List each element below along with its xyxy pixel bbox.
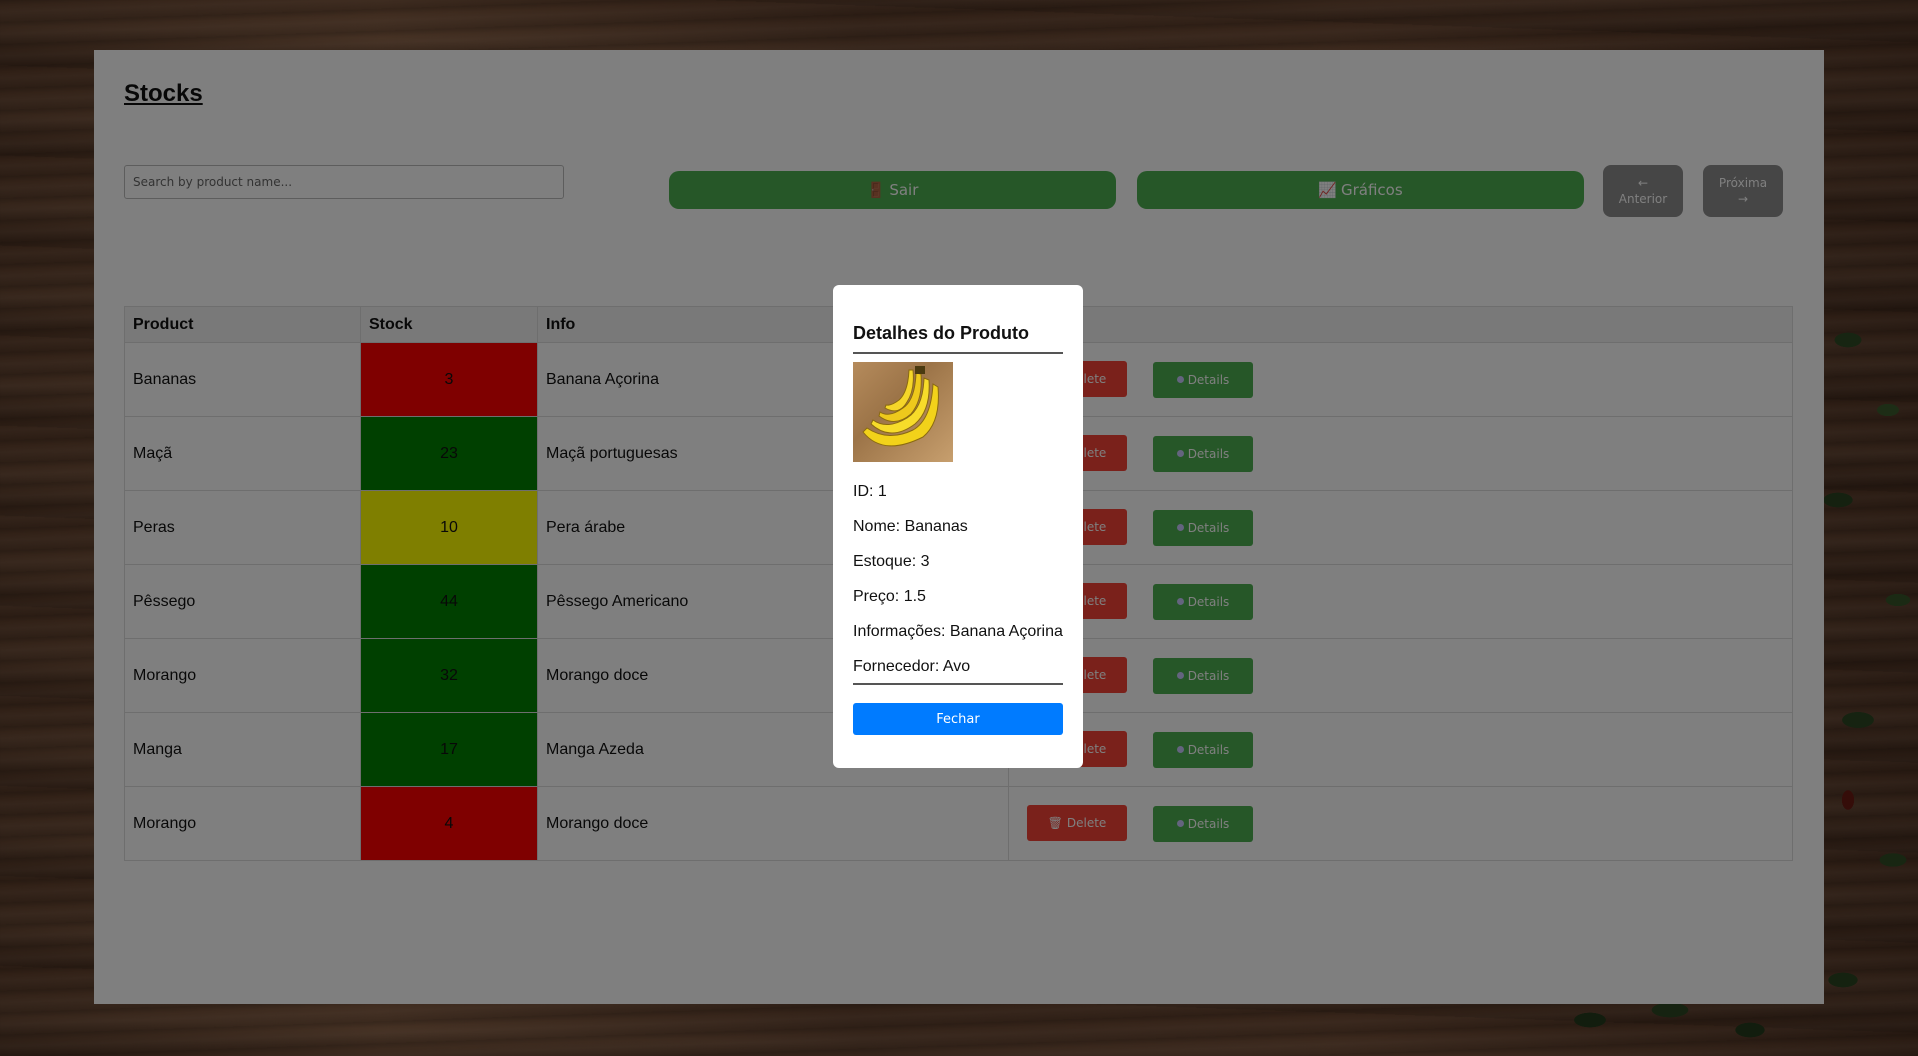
modal-title: Detalhes do Produto	[853, 323, 1063, 354]
modal-estoque: Estoque: 3	[853, 553, 930, 570]
modal-fornecedor: Fornecedor: Avo	[853, 657, 1063, 685]
product-details-modal: Detalhes do Produto ID: 1 Nome: Bananas …	[833, 285, 1083, 768]
product-image	[853, 362, 953, 462]
modal-id: ID: 1	[853, 483, 887, 500]
modal-nome: Nome: Bananas	[853, 518, 968, 535]
fechar-button[interactable]: Fechar	[853, 703, 1063, 735]
modal-informacoes: Informações: Banana Açorina	[853, 623, 1063, 640]
modal-preco: Preço: 1.5	[853, 588, 926, 605]
